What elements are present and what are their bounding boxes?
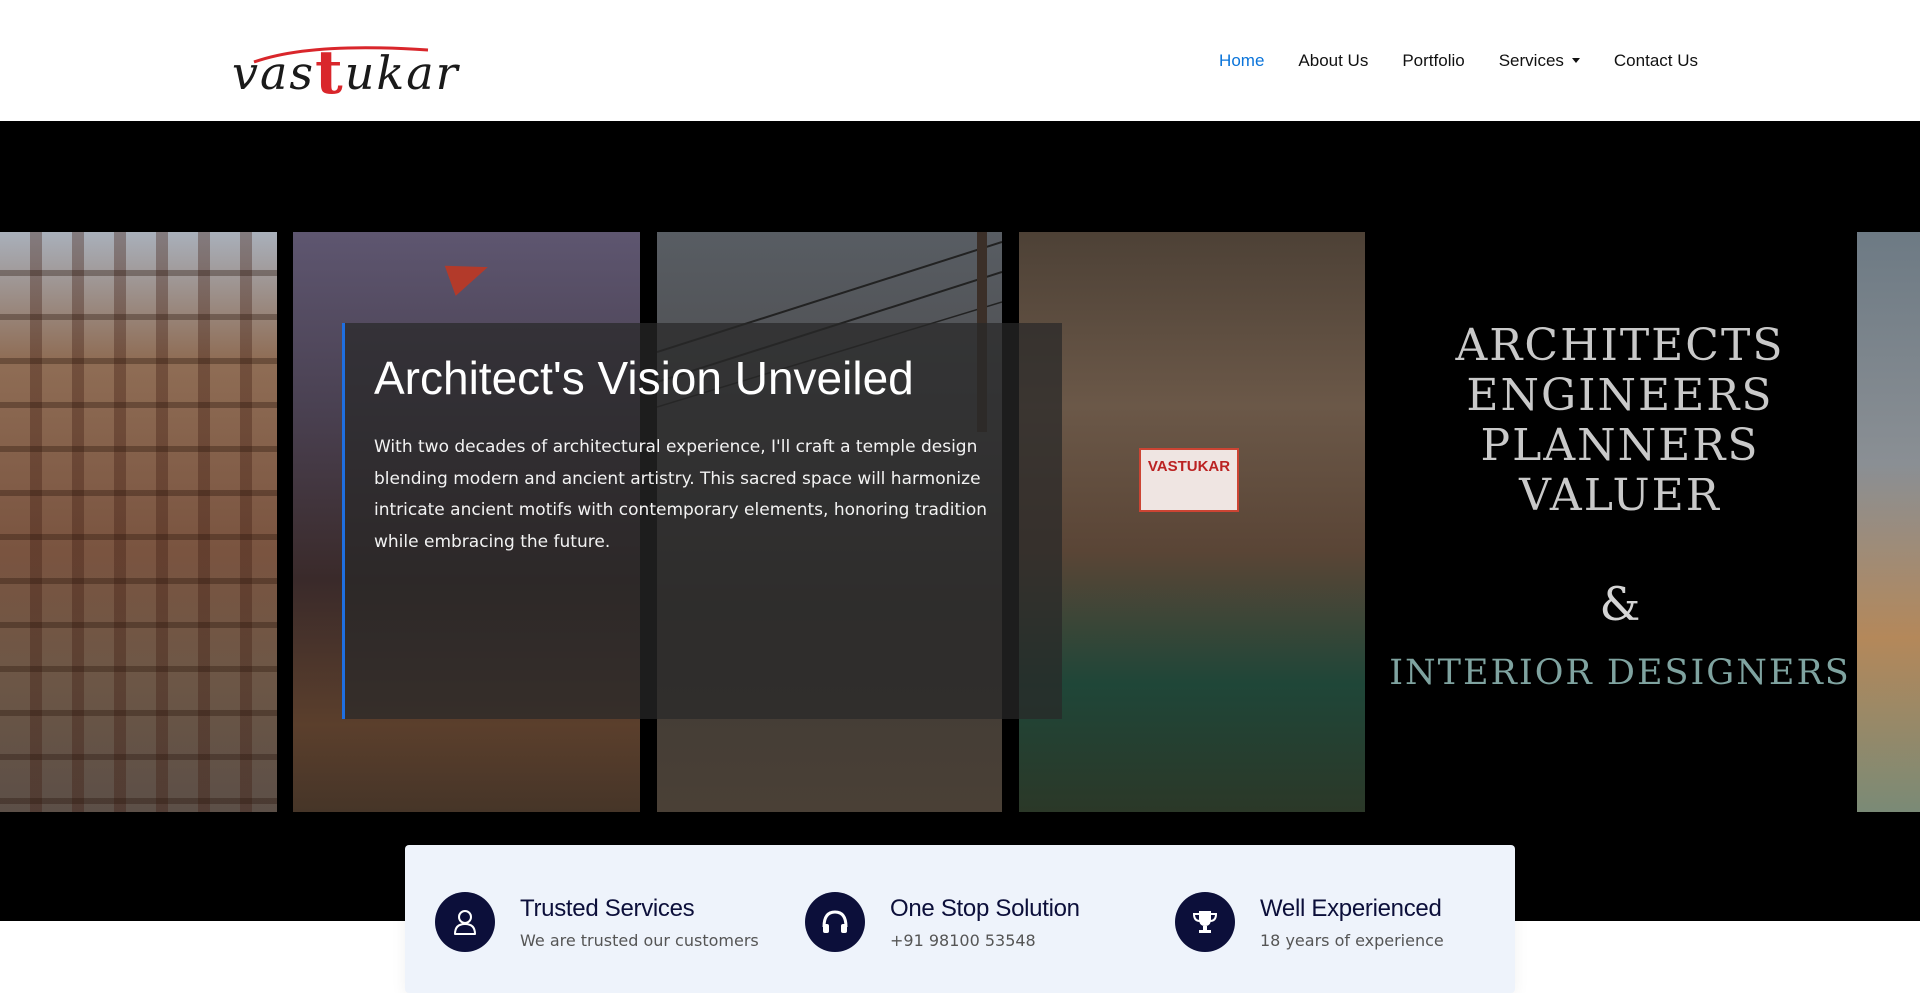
slogan-line-engineers: ENGINEERS	[1466, 370, 1774, 421]
feature-trusted-services: Trusted Services We are trusted our cust…	[435, 890, 759, 954]
building-photo-4: VASTUKAR	[1019, 232, 1365, 812]
signboard-text: VASTUKAR	[1147, 458, 1231, 475]
feature-one-stop-solution: One Stop Solution +91 98100 53548	[805, 890, 1080, 954]
headphones-icon	[805, 892, 865, 952]
nav-services-label: Services	[1498, 50, 1564, 70]
feature-title: One Stop Solution	[890, 894, 1080, 922]
feature-text: One Stop Solution +91 98100 53548	[890, 895, 1080, 950]
feature-text: Trusted Services We are trusted our cust…	[520, 895, 759, 950]
main-nav: Home About Us Portfolio Services Contact…	[1219, 0, 1698, 121]
nav-home[interactable]: Home	[1219, 51, 1264, 71]
feature-title: Trusted Services	[520, 894, 695, 922]
trophy-icon	[1175, 892, 1235, 952]
slogan-ampersand: &	[1599, 577, 1641, 631]
slogan-line-planners: PLANNERS	[1480, 420, 1760, 471]
building-photo-1	[0, 232, 277, 812]
nav-about-us[interactable]: About Us	[1298, 51, 1368, 71]
vastukar-signboard: VASTUKAR	[1139, 448, 1239, 512]
hero-title: Architect's Vision Unveiled	[374, 352, 914, 404]
site-header: vastukar Home About Us Portfolio Service…	[0, 0, 1920, 121]
user-icon	[435, 892, 495, 952]
vastukar-logo[interactable]: vastukar	[232, 26, 458, 108]
nav-contact-us[interactable]: Contact Us	[1614, 51, 1698, 71]
hero-caption-box: Architect's Vision Unveiled With two dec…	[342, 323, 1062, 719]
slogan-line-architects: ARCHITECTS	[1455, 320, 1785, 371]
feature-text: Well Experienced 18 years of experience	[1260, 895, 1444, 950]
hero-carousel: VASTUKAR Architect's Vision Unveiled Wit…	[0, 121, 1920, 921]
feature-subtitle: +91 98100 53548	[890, 930, 1036, 950]
nav-portfolio[interactable]: Portfolio	[1402, 51, 1464, 71]
slogan-line-valuer: VALUER	[1519, 470, 1721, 521]
feature-well-experienced: Well Experienced 18 years of experience	[1175, 890, 1444, 954]
features-bar: Trusted Services We are trusted our cust…	[405, 845, 1515, 993]
feature-subtitle: We are trusted our customers	[520, 930, 759, 950]
feature-subtitle: 18 years of experience	[1260, 930, 1444, 950]
logo-wordmark: vastukar	[232, 38, 460, 108]
building-photo-5	[1857, 232, 1920, 812]
slogan-interior-designers: INTERIOR DESIGNERS	[1389, 653, 1851, 693]
services-slogan: ARCHITECTS ENGINEERS PLANNERS VALUER & I…	[1380, 320, 1860, 694]
hero-description: With two decades of architectural experi…	[374, 437, 988, 552]
flag-shape	[444, 252, 494, 296]
caret-down-icon	[1571, 58, 1580, 63]
nav-services[interactable]: Services	[1499, 51, 1580, 71]
feature-title: Well Experienced	[1260, 894, 1442, 922]
